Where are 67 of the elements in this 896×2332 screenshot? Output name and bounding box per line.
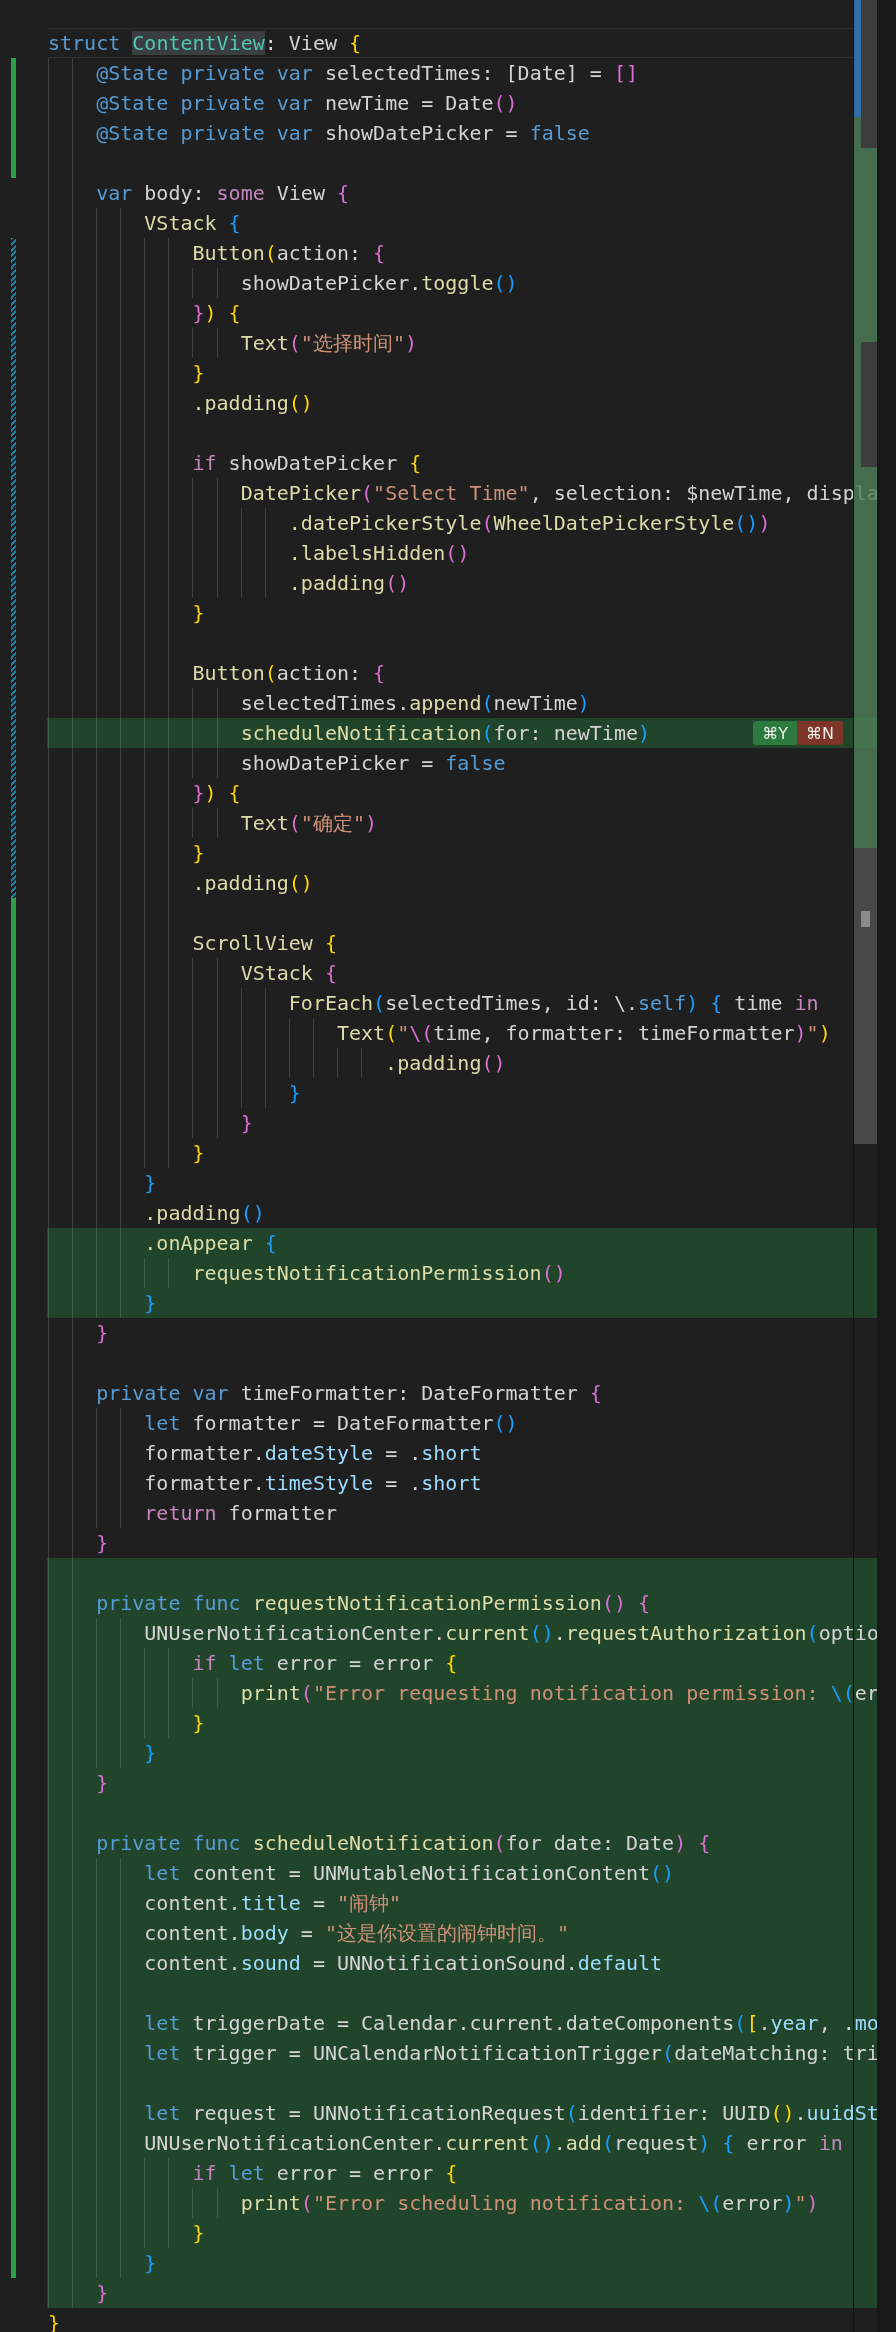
code-line: let request = UNNotificationRequest(identifier: UUID().uuidSt — [144, 2100, 877, 2127]
accept-shortcut-button[interactable]: ⌘Y — [753, 721, 798, 745]
code-line: } — [192, 1710, 205, 1737]
code-line: .padding() — [192, 390, 313, 417]
code-line: ScrollView { — [192, 930, 337, 957]
code-line: private func scheduleNotification(for date: Date) { — [96, 1830, 711, 1857]
code-line: if showDatePicker { — [192, 450, 422, 477]
code-line: } — [192, 840, 205, 867]
code-line: private func requestNotificationPermission() { — [96, 1590, 651, 1617]
code-line: Button(action: { — [192, 660, 386, 687]
code-line: .padding() — [385, 1050, 506, 1077]
code-line: content.body = "这是你设置的闹钟时间。" — [144, 1920, 570, 1947]
code-line: let triggerDate = Calendar.current.dateComponents([.year, .mo — [144, 2010, 877, 2037]
code-line: scheduleNotification(for: newTime) — [240, 720, 651, 747]
code-line: content.sound = UNNotificationSound.default — [144, 1950, 663, 1977]
code-line: .padding() — [288, 570, 410, 597]
code-line: showDatePicker.toggle() — [240, 270, 518, 297]
code-line: } — [192, 360, 205, 387]
code-line: formatter.timeStyle = .short — [144, 1470, 482, 1497]
code-line: } — [144, 1170, 157, 1197]
code-line: } — [192, 600, 205, 627]
code-line: struct ContentView: View { — [48, 30, 362, 57]
code-line: Text("确定") — [240, 810, 377, 837]
code-line: UNUserNotificationCenter.current().requestAuthorization(optio — [144, 1620, 877, 1647]
code-line: let content = UNMutableNotificationContent() — [144, 1860, 675, 1887]
code-line: } — [96, 1320, 109, 1347]
code-line: UNUserNotificationCenter.current().add(request) { error in — [144, 2130, 843, 2157]
code-line: }) { — [192, 780, 241, 807]
code-line: @State private var showDatePicker = false — [96, 120, 590, 147]
code-line: } — [96, 1770, 109, 1797]
code-line: .padding() — [192, 870, 313, 897]
code-line: } — [192, 1140, 205, 1167]
code-line: Text("选择时间") — [240, 330, 417, 357]
code-line: var body: some View { — [96, 180, 350, 207]
code-line: } — [192, 2220, 205, 2247]
code-line: } — [144, 1290, 157, 1317]
code-line: VStack { — [240, 960, 337, 987]
code-line: @State private var selectedTimes: [Date] = [] — [96, 60, 639, 87]
code-line: showDatePicker = false — [240, 750, 506, 777]
code-line: .datePickerStyle(WheelDatePickerStyle()) — [288, 510, 771, 537]
reject-shortcut-button[interactable]: ⌘N — [797, 721, 843, 745]
code-line: private var timeFormatter: DateFormatter { — [96, 1380, 602, 1407]
code-line: .padding() — [144, 1200, 265, 1227]
code-line: } — [96, 2280, 109, 2307]
code-line: } — [288, 1080, 301, 1107]
code-line: } — [144, 2250, 157, 2277]
code-line: ForEach(selectedTimes, id: \.self) { time in — [288, 990, 819, 1017]
code-line: print("Error scheduling notification: \(error)") — [240, 2190, 819, 2217]
code-line: Text("\(time, formatter: timeFormatter)") — [336, 1020, 831, 1047]
code-line: selectedTimes.append(newTime) — [240, 690, 590, 717]
code-line: formatter.dateStyle = .short — [144, 1440, 482, 1467]
code-line: .onAppear { — [144, 1230, 277, 1257]
code-line: return formatter — [144, 1500, 337, 1527]
code-line: } — [96, 1530, 109, 1557]
code-line: if let error = error { — [192, 1650, 458, 1677]
code-line: let formatter = DateFormatter() — [144, 1410, 518, 1437]
code-line: } — [240, 1110, 253, 1137]
code-line: VStack { — [144, 210, 241, 237]
code-line: let trigger = UNCalendarNotificationTrigger(dateMatching: tri — [144, 2040, 877, 2067]
code-line: } — [144, 1740, 157, 1767]
code-line: }) { — [192, 300, 241, 327]
code-line: Button(action: { — [192, 240, 386, 267]
code-line: content.title = "闹钟" — [144, 1890, 402, 1917]
code-line: .labelsHidden() — [288, 540, 470, 567]
code-line: requestNotificationPermission() — [192, 1260, 566, 1287]
code-line: @State private var newTime = Date() — [96, 90, 518, 117]
code-line: if let error = error { — [192, 2160, 458, 2187]
